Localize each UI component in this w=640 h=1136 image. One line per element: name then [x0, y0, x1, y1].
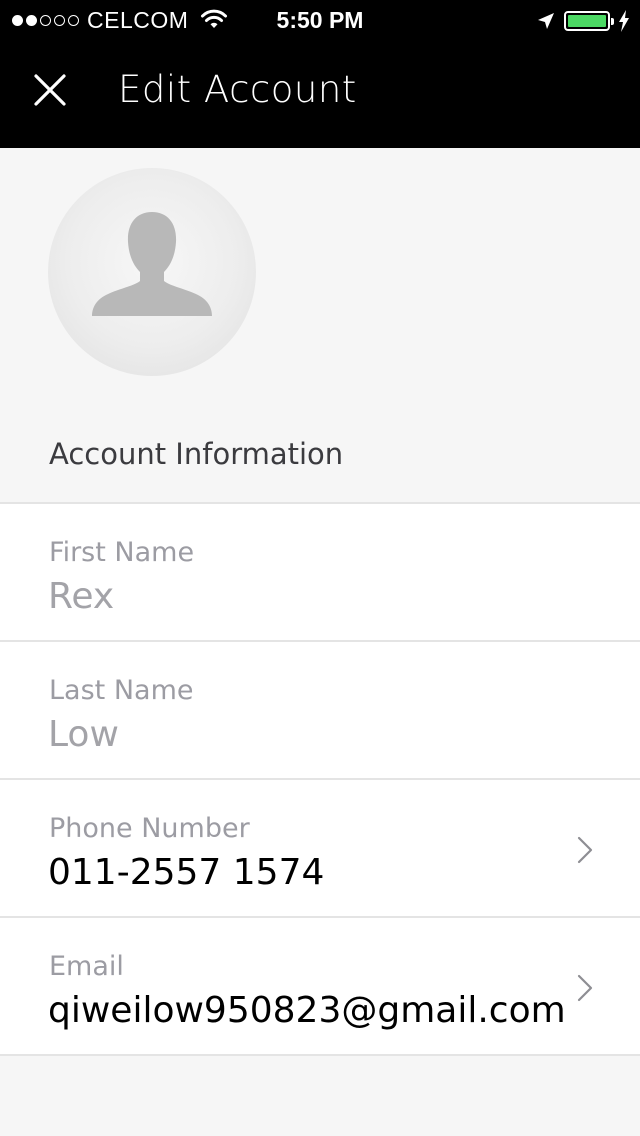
battery-tip — [611, 18, 614, 25]
email-row[interactable]: Email qiweilow950823@gmail.com — [0, 918, 640, 1056]
chevron-right-icon — [577, 836, 593, 864]
battery-icon — [564, 11, 614, 31]
close-icon — [34, 74, 66, 106]
first-name-value: Rex — [48, 576, 115, 617]
status-bar: CELCOM 5:50 PM — [0, 0, 640, 40]
nav-bar: Edit Account — [0, 40, 640, 148]
status-right — [536, 8, 630, 34]
battery-fill — [568, 15, 606, 27]
profile-photo-button[interactable] — [48, 168, 256, 376]
last-name-row[interactable]: Last Name Low — [0, 642, 640, 780]
person-silhouette-icon — [92, 212, 212, 316]
account-fields-list: First Name Rex Last Name Low Phone Numbe… — [0, 502, 640, 1056]
phone-number-label: Phone Number — [49, 813, 250, 844]
close-button[interactable] — [22, 58, 78, 122]
last-name-value: Low — [48, 714, 119, 755]
page-title: Edit Account — [118, 68, 357, 111]
chevron-right-icon — [577, 974, 593, 1002]
phone-number-row[interactable]: Phone Number 011-2557 1574 — [0, 780, 640, 918]
phone-number-value: 011-2557 1574 — [48, 852, 325, 893]
email-label: Email — [49, 951, 124, 982]
section-title: Account Information — [49, 437, 344, 471]
charging-bolt-icon — [619, 10, 629, 32]
email-value: qiweilow950823@gmail.com — [48, 990, 566, 1031]
last-name-label: Last Name — [49, 675, 194, 706]
first-name-row[interactable]: First Name Rex — [0, 504, 640, 642]
first-name-label: First Name — [49, 537, 195, 568]
location-arrow-icon — [538, 13, 554, 29]
